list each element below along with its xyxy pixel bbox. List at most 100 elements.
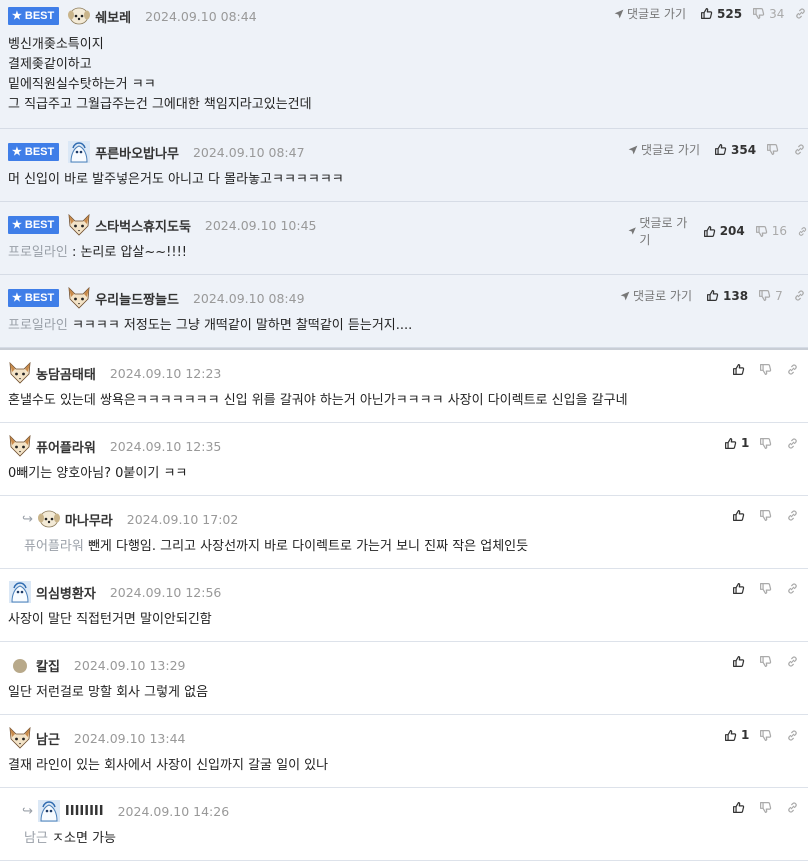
upvote-button[interactable]: [732, 509, 749, 522]
share-link-icon[interactable]: [786, 437, 799, 450]
downvote-button[interactable]: [759, 729, 776, 742]
blue-creature-avatar-icon[interactable]: [37, 799, 61, 823]
downvote-button[interactable]: 7: [758, 289, 783, 303]
share-link-icon[interactable]: [786, 509, 799, 522]
goto-comment-link[interactable]: 댓글로 가기: [628, 214, 689, 248]
author-nickname[interactable]: 쉐보레: [95, 7, 131, 26]
downvote-button[interactable]: 34: [752, 7, 784, 21]
author-nickname[interactable]: IIIIIIII: [65, 804, 104, 819]
comment-header: ★ BEST 푸른바오밥나무 2024.09.10 08:47: [8, 141, 305, 163]
author-nickname[interactable]: 농담곰태태: [36, 364, 96, 383]
upvote-button[interactable]: 204: [703, 224, 745, 238]
comment-date: 2024.09.10 08:44: [145, 8, 257, 24]
thumb-down-icon: [766, 143, 779, 156]
upvote-button[interactable]: 354: [714, 143, 756, 157]
downvote-button[interactable]: [766, 143, 783, 156]
best-badge: ★ BEST: [8, 216, 60, 234]
thumb-down-icon: [758, 289, 771, 302]
comment-date: 2024.09.10 12:35: [109, 438, 222, 454]
comment-actions: [732, 655, 799, 668]
author-nickname[interactable]: 푸른바오밥나무: [95, 143, 179, 162]
downvote-count: 34: [769, 6, 785, 21]
share-link-icon[interactable]: [786, 363, 799, 376]
thumb-down-icon: [759, 582, 772, 595]
share-link-icon[interactable]: [793, 289, 806, 302]
thumb-down-icon: [759, 363, 772, 376]
author-nickname[interactable]: 의심병환자: [36, 583, 96, 602]
upvote-button[interactable]: [732, 363, 749, 376]
author-nickname[interactable]: 남근: [36, 729, 60, 748]
comment-actions: 1: [724, 728, 799, 742]
share-link-icon[interactable]: [786, 729, 799, 742]
comment-text: ㅈ소면 가능: [47, 831, 116, 846]
best-comments-section: ★ BEST 쉐보레 2024.09.10 08:44 댓글로 가기 525 34…: [0, 0, 808, 348]
dot-avatar-icon[interactable]: [8, 653, 32, 677]
share-link-icon[interactable]: [786, 655, 799, 668]
author-nickname[interactable]: 퓨어플라워: [36, 437, 96, 456]
comment-date: 2024.09.10 14:26: [117, 803, 230, 819]
upvote-button[interactable]: 1: [724, 436, 749, 450]
fox-avatar-icon[interactable]: [8, 434, 32, 458]
share-link-icon[interactable]: [786, 582, 799, 595]
upvote-button[interactable]: [732, 582, 749, 595]
downvote-button[interactable]: [759, 509, 776, 522]
goto-comment-link[interactable]: 댓글로 가기: [628, 141, 700, 158]
comment-actions: [732, 582, 799, 595]
thumb-down-icon: [755, 225, 768, 238]
upvote-button[interactable]: [732, 801, 749, 814]
quoted-nickname[interactable]: 프로일라인: [8, 318, 68, 333]
downvote-button[interactable]: [759, 801, 776, 814]
best-comment: ★ BEST 쉐보레 2024.09.10 08:44 댓글로 가기 525 34…: [0, 0, 808, 129]
star-icon: ★: [12, 9, 22, 22]
goto-comment-link[interactable]: 댓글로 가기: [614, 5, 686, 22]
quoted-nickname[interactable]: 퓨어플라워: [24, 539, 84, 554]
thumb-down-icon: [752, 7, 765, 20]
share-link-icon[interactable]: [794, 7, 807, 20]
upvote-count: 1: [741, 436, 750, 450]
comment-item: 농담곰태태 2024.09.10 12:23 혼낼수도 있는데 쌍욕은ㅋㅋㅋㅋㅋ…: [0, 350, 808, 423]
reply-arrow-icon: ↪: [22, 803, 33, 819]
comment-line: 결제좆같이하고: [8, 57, 92, 72]
downvote-button[interactable]: [759, 582, 776, 595]
thumb-down-icon: [759, 655, 772, 668]
goto-comment-link[interactable]: 댓글로 가기: [620, 287, 692, 304]
fox-avatar-icon[interactable]: [8, 361, 32, 385]
comment-text: 일단 저런걸로 망할 회사 그렇게 없음: [8, 685, 209, 700]
reply-arrow-icon: ↪: [22, 511, 33, 527]
upvote-button[interactable]: 138: [706, 289, 748, 303]
puppy-avatar-icon[interactable]: [67, 4, 91, 28]
comment-text: 0빼기는 양호아님? 0붙이기 ㅋㅋ: [8, 466, 188, 481]
downvote-button[interactable]: [759, 655, 776, 668]
share-link-icon[interactable]: [786, 801, 799, 814]
upvote-count: 204: [719, 224, 745, 238]
blue-creature-avatar-icon[interactable]: [8, 580, 32, 604]
upvote-button[interactable]: [732, 655, 749, 668]
author-nickname[interactable]: 칼집: [36, 656, 60, 675]
share-link-icon[interactable]: [793, 143, 806, 156]
thumb-up-icon: [706, 289, 719, 302]
comment-header: 농담곰태태 2024.09.10 12:23: [8, 362, 221, 384]
upvote-button[interactable]: 525: [700, 7, 742, 21]
quoted-nickname[interactable]: 프로일라인: [8, 245, 68, 260]
upvote-button[interactable]: 1: [724, 728, 749, 742]
fox-avatar-icon[interactable]: [8, 726, 32, 750]
author-nickname[interactable]: 우리늘드짱늘드: [95, 289, 179, 308]
blue-creature-avatar-icon[interactable]: [67, 140, 91, 164]
fox-avatar-icon[interactable]: [67, 213, 91, 237]
comment-item: 남근 2024.09.10 13:44 1 결재 라인이 있는 회사에서 사장이…: [0, 715, 808, 788]
share-link-icon[interactable]: [797, 225, 808, 238]
puppy-avatar-icon[interactable]: [37, 507, 61, 531]
best-badge: ★ BEST: [8, 289, 60, 307]
author-nickname[interactable]: 스타벅스휴지도둑: [95, 216, 191, 235]
comment-item: 퓨어플라워 2024.09.10 12:35 1 0빼기는 양호아님? 0붙이기…: [0, 423, 808, 496]
best-badge: ★ BEST: [8, 7, 60, 25]
comment-text: : 논리로 압살~~!!!!: [67, 245, 188, 260]
comment-body: 프로일라인 ㅋㅋㅋㅋ 저정도는 그냥 개떡같이 말하면 찰떡같이 듣는거지...…: [8, 316, 412, 336]
quoted-nickname[interactable]: 남근: [24, 831, 48, 846]
comment-list: 농담곰태태 2024.09.10 12:23 혼낼수도 있는데 쌍욕은ㅋㅋㅋㅋㅋ…: [0, 350, 808, 861]
fox-avatar-icon[interactable]: [67, 286, 91, 310]
author-nickname[interactable]: 마나무라: [65, 510, 113, 529]
downvote-button[interactable]: 16: [755, 224, 787, 238]
downvote-button[interactable]: [759, 363, 776, 376]
downvote-button[interactable]: [759, 437, 776, 450]
